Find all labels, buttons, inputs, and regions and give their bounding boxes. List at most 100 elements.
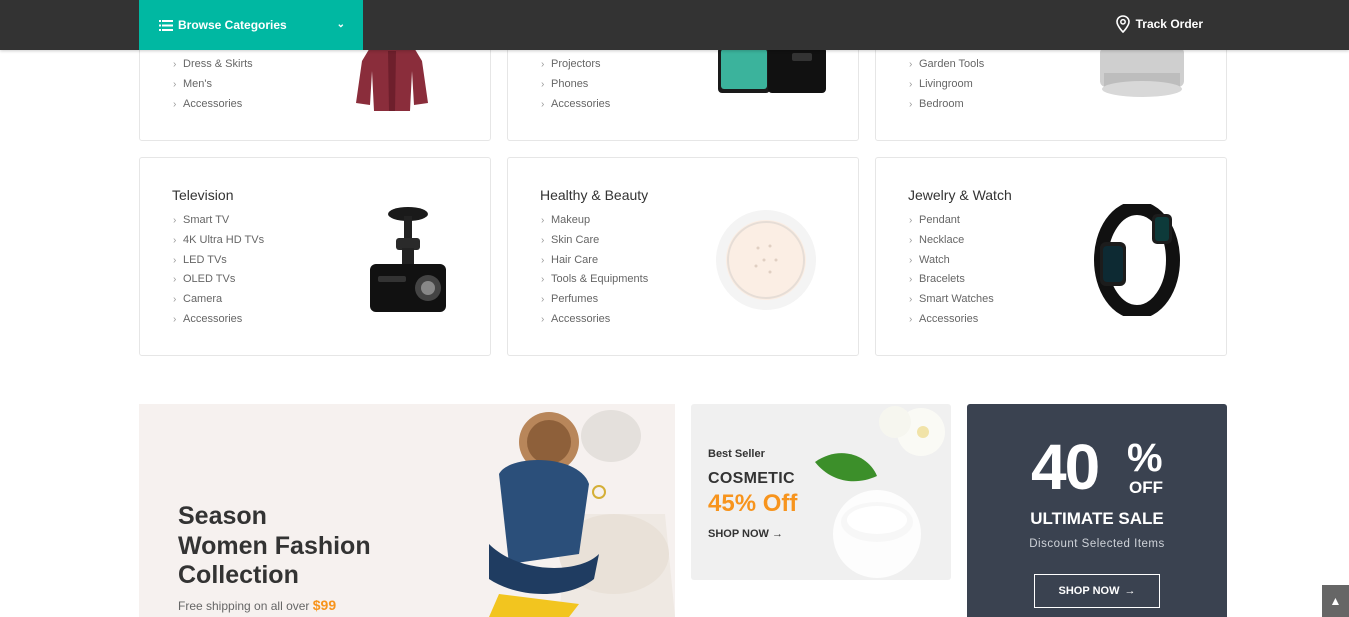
chevron-right-icon: › bbox=[173, 294, 177, 306]
sale-title: ULTIMATE SALE bbox=[1030, 509, 1164, 528]
category-title[interactable]: Jewelry & Watch bbox=[908, 187, 1012, 203]
category-link[interactable]: › Hair Care bbox=[541, 251, 648, 271]
chevron-right-icon: › bbox=[173, 274, 177, 286]
chevron-right-icon: › bbox=[909, 98, 913, 110]
chevron-right-icon: › bbox=[909, 274, 913, 286]
category-link[interactable]: › Necklace bbox=[909, 231, 994, 251]
track-order-label: Track Order bbox=[1135, 17, 1203, 31]
category-list: › Projectors › Phones › Accessories bbox=[541, 55, 610, 114]
category-link[interactable]: › 4K Ultra HD TVs bbox=[173, 231, 264, 251]
track-order-link[interactable]: Track Order bbox=[1115, 15, 1203, 33]
category-list: › Makeup › Skin Care › Hair Care › Tools & E… bbox=[541, 211, 648, 330]
category-list: › Garden Tools › Livingroom › Bedroom bbox=[909, 55, 984, 114]
cosmetic-eyebrow: Best Seller bbox=[708, 448, 765, 460]
sale-banner[interactable]: 40 % OFF ULTIMATE SALE Discount Selected… bbox=[967, 404, 1227, 617]
category-title[interactable]: Healthy & Beauty bbox=[540, 187, 648, 203]
chevron-right-icon: › bbox=[909, 234, 913, 246]
category-list: › Pendant › Necklace › Watch › Bracelets › Sm… bbox=[909, 211, 994, 330]
chevron-right-icon: › bbox=[909, 254, 913, 266]
browse-categories-label: Browse Categories bbox=[178, 18, 287, 32]
category-link[interactable]: › LED TVs bbox=[173, 251, 264, 271]
fashion-banner-title: Season Women Fashion Collection bbox=[178, 502, 371, 589]
sale-subtitle: Discount Selected Items bbox=[1029, 538, 1165, 550]
chevron-right-icon: › bbox=[909, 313, 913, 325]
chevron-right-icon: › bbox=[173, 215, 177, 226]
category-link[interactable]: › Smart Watches bbox=[909, 290, 994, 310]
cosmetic-shop-now-link[interactable]: SHOP NOW → bbox=[708, 528, 783, 540]
phones-image bbox=[718, 47, 826, 93]
fashion-banner-image bbox=[489, 410, 675, 617]
chevron-right-icon: › bbox=[541, 313, 545, 325]
category-link[interactable]: › Projectors bbox=[541, 55, 610, 75]
category-link[interactable]: › Accessories bbox=[541, 310, 648, 330]
category-link[interactable]: › Accessories bbox=[173, 95, 253, 115]
coat-image bbox=[356, 41, 428, 111]
menu-icon bbox=[159, 19, 173, 31]
category-link[interactable]: › Phones bbox=[541, 75, 610, 95]
chevron-right-icon: › bbox=[541, 234, 545, 246]
chevron-up-icon: ▲ bbox=[1329, 594, 1342, 608]
category-title[interactable]: Television bbox=[172, 187, 233, 203]
chevron-right-icon: › bbox=[541, 274, 545, 286]
back-to-top-button[interactable]: ▲ bbox=[1322, 585, 1349, 617]
category-list: › Smart TV › 4K Ultra HD TVs › LED TVs › OLE… bbox=[173, 211, 264, 330]
category-card-jewelry: Jewelry & Watch › Pendant › Necklace › Watc… bbox=[875, 157, 1227, 356]
category-link[interactable]: › Garden Tools bbox=[909, 55, 984, 75]
category-link[interactable]: › Pendant bbox=[909, 211, 994, 231]
chevron-right-icon: › bbox=[173, 59, 177, 70]
price-tag: $99 bbox=[312, 597, 337, 613]
category-link[interactable]: › Perfumes bbox=[541, 290, 648, 310]
container-image bbox=[1100, 47, 1184, 97]
category-list: › Dress & Skirts › Men's › Accessories bbox=[173, 55, 253, 114]
category-link[interactable]: › Makeup bbox=[541, 211, 648, 231]
chevron-right-icon: › bbox=[173, 313, 177, 325]
powder-image bbox=[716, 210, 816, 310]
category-link[interactable]: › Smart TV bbox=[173, 211, 264, 231]
category-link[interactable]: › Accessories bbox=[541, 95, 610, 115]
chevron-right-icon: › bbox=[173, 78, 177, 90]
chevron-right-icon: › bbox=[541, 59, 545, 70]
chevron-right-icon: › bbox=[541, 294, 545, 306]
category-link[interactable]: › Bedroom bbox=[909, 95, 984, 115]
category-link[interactable]: › Accessories bbox=[909, 310, 994, 330]
chevron-right-icon: › bbox=[909, 59, 913, 70]
fashion-banner-subtitle: Free shipping on all over $99 bbox=[178, 597, 337, 613]
category-link[interactable]: › Accessories bbox=[173, 310, 264, 330]
category-link[interactable]: › Tools & Equipments bbox=[541, 270, 648, 290]
chevron-right-icon: › bbox=[909, 78, 913, 90]
category-link[interactable]: › Men's bbox=[173, 75, 253, 95]
chevron-right-icon: › bbox=[173, 98, 177, 110]
sale-off: OFF bbox=[1129, 478, 1163, 497]
chevron-right-icon: › bbox=[541, 98, 545, 110]
chevron-right-icon: › bbox=[541, 254, 545, 266]
category-card-beauty: Healthy & Beauty › Makeup › Skin Care › Hai… bbox=[507, 157, 859, 356]
map-pin-icon bbox=[1115, 15, 1130, 33]
cosmetic-banner-image bbox=[815, 406, 945, 578]
dashcam-image bbox=[370, 207, 446, 312]
chevron-right-icon: › bbox=[541, 215, 545, 226]
arrow-right-icon: → bbox=[1124, 585, 1136, 597]
category-link[interactable]: › OLED TVs bbox=[173, 270, 264, 290]
top-navbar: Browse Categories ⌄ Track Order bbox=[0, 0, 1349, 50]
sale-number: 40 bbox=[1031, 431, 1100, 503]
category-link[interactable]: › Dress & Skirts bbox=[173, 55, 253, 75]
category-link[interactable]: › Livingroom bbox=[909, 75, 984, 95]
chevron-right-icon: › bbox=[173, 254, 177, 266]
cosmetic-offer: 45% Off bbox=[708, 490, 798, 517]
chevron-right-icon: › bbox=[541, 78, 545, 90]
category-link[interactable]: › Skin Care bbox=[541, 231, 648, 251]
chevron-right-icon: › bbox=[909, 294, 913, 306]
arrow-right-icon: → bbox=[771, 528, 783, 540]
sale-percent: % bbox=[1127, 436, 1163, 480]
fashion-banner[interactable]: Season Women Fashion Collection Free shi… bbox=[139, 404, 675, 617]
category-link[interactable]: › Camera bbox=[173, 290, 264, 310]
sale-shop-now-button[interactable]: SHOP NOW → bbox=[1034, 574, 1160, 608]
category-link[interactable]: › Watch bbox=[909, 251, 994, 271]
chevron-right-icon: › bbox=[909, 215, 913, 226]
cosmetic-banner[interactable]: Best Seller COSMETIC 45% Off SHOP NOW → bbox=[691, 404, 951, 580]
category-link[interactable]: › Bracelets bbox=[909, 270, 994, 290]
chevron-down-icon: ⌄ bbox=[336, 19, 345, 30]
category-card-television: Television › Smart TV › 4K Ultra HD TVs › L… bbox=[139, 157, 491, 356]
browse-categories-button[interactable]: Browse Categories ⌄ bbox=[139, 0, 363, 50]
cosmetic-title: COSMETIC bbox=[708, 470, 795, 487]
